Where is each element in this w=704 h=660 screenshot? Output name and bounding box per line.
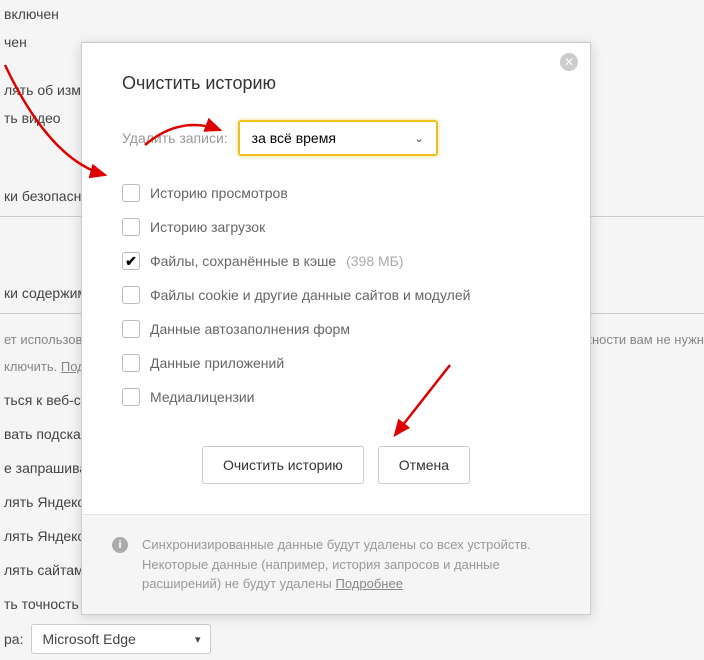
checkbox-option[interactable]: Историю просмотров [122, 184, 550, 202]
checkbox[interactable] [122, 388, 140, 406]
cache-size: (398 МБ) [346, 253, 403, 269]
checkbox[interactable] [122, 320, 140, 338]
checkbox[interactable] [122, 218, 140, 236]
clear-history-dialog: ✕ Очистить историю Удалить записи: за вс… [81, 42, 591, 615]
checkbox-label: Файлы, сохранённые в кэше [150, 253, 336, 269]
time-range-value: за всё время [252, 130, 336, 146]
checkbox-label: Данные приложений [150, 355, 284, 371]
checkbox-label: Историю просмотров [150, 185, 288, 201]
chevron-down-icon: ▾ [195, 633, 201, 646]
checkbox-label: Медиалицензии [150, 389, 255, 405]
checkbox-option[interactable]: Данные автозаполнения форм [122, 320, 550, 338]
bg-text: включен [0, 0, 704, 28]
checkbox[interactable] [122, 354, 140, 372]
checkbox-option[interactable]: Данные приложений [122, 354, 550, 372]
checkbox-label: Историю загрузок [150, 219, 265, 235]
confirm-button[interactable]: Очистить историю [202, 446, 364, 484]
checkbox-option[interactable]: Медиалицензии [122, 388, 550, 406]
checkbox-label: Файлы cookie и другие данные сайтов и мо… [150, 287, 470, 303]
info-icon: i [112, 537, 128, 553]
checkbox-option[interactable]: Файлы cookie и другие данные сайтов и мо… [122, 286, 550, 304]
chevron-down-icon: ⌄ [414, 132, 423, 145]
checkbox[interactable] [122, 252, 140, 270]
checkbox[interactable] [122, 184, 140, 202]
learn-more-link[interactable]: Подробнее [336, 576, 403, 591]
time-range-label: Удалить записи: [122, 130, 228, 146]
dialog-title: Очистить историю [122, 73, 550, 94]
time-range-select[interactable]: за всё время ⌄ [238, 120, 438, 156]
checkbox-option[interactable]: Историю загрузок [122, 218, 550, 236]
cancel-button[interactable]: Отмена [378, 446, 470, 484]
checkbox[interactable] [122, 286, 140, 304]
close-button[interactable]: ✕ [560, 53, 578, 71]
checkbox-option[interactable]: Файлы, сохранённые в кэше (398 МБ) [122, 252, 550, 270]
checkbox-label: Данные автозаполнения форм [150, 321, 350, 337]
footer-note: Синхронизированные данные будут удалены … [142, 535, 560, 594]
browser-select[interactable]: Microsoft Edge ▾ [31, 624, 211, 654]
close-icon: ✕ [564, 56, 574, 68]
